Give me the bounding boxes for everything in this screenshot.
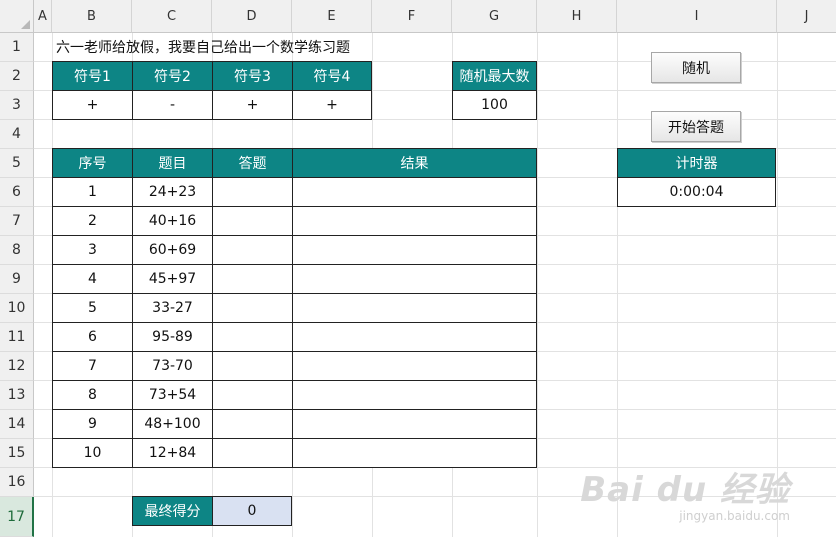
row-header-1[interactable]: 1: [0, 33, 34, 62]
quiz-header-no[interactable]: 序号: [52, 148, 133, 178]
quiz-result-cell[interactable]: [292, 380, 537, 410]
quiz-answer-cell[interactable]: [212, 438, 293, 468]
quiz-question-cell[interactable]: 48+100: [132, 409, 213, 439]
quiz-no-cell[interactable]: 2: [52, 206, 133, 236]
quiz-result-cell[interactable]: [292, 438, 537, 468]
row-header-9[interactable]: 9: [0, 265, 34, 294]
row-header-16[interactable]: 16: [0, 468, 34, 497]
quiz-result-cell[interactable]: [292, 264, 537, 294]
quiz-result-cell[interactable]: [292, 235, 537, 265]
quiz-no-cell[interactable]: 6: [52, 322, 133, 352]
row-header-10[interactable]: 10: [0, 294, 34, 323]
quiz-no-cell[interactable]: 4: [52, 264, 133, 294]
symbol-header-1[interactable]: 符号1: [52, 61, 133, 91]
row-header-12[interactable]: 12: [0, 352, 34, 381]
quiz-answer-cell[interactable]: [212, 322, 293, 352]
random-button[interactable]: 随机: [651, 52, 741, 83]
sheet-title: 六一老师给放假，我要自己给出一个数学练习题: [56, 39, 350, 56]
column-header-i[interactable]: I: [617, 0, 777, 33]
symbol-value-3[interactable]: +: [212, 90, 293, 120]
quiz-result-cell[interactable]: [292, 409, 537, 439]
watermark-url: jingyan.baidu.com: [679, 509, 790, 523]
quiz-no-cell[interactable]: 8: [52, 380, 133, 410]
column-header-a[interactable]: A: [34, 0, 52, 33]
column-header-d[interactable]: D: [212, 0, 292, 33]
quiz-header-answer[interactable]: 答题: [212, 148, 293, 178]
row-header-13[interactable]: 13: [0, 381, 34, 410]
start-quiz-button[interactable]: 开始答题: [651, 111, 741, 142]
quiz-result-cell[interactable]: [292, 322, 537, 352]
column-header-g[interactable]: G: [452, 0, 537, 33]
column-header-e[interactable]: E: [292, 0, 372, 33]
row-header-14[interactable]: 14: [0, 410, 34, 439]
quiz-answer-cell[interactable]: [212, 293, 293, 323]
symbol-value-4[interactable]: +: [292, 90, 372, 120]
row-header-11[interactable]: 11: [0, 323, 34, 352]
quiz-answer-cell[interactable]: [212, 264, 293, 294]
row-header-3[interactable]: 3: [0, 91, 34, 120]
quiz-no-cell[interactable]: 1: [52, 177, 133, 207]
quiz-no-cell[interactable]: 7: [52, 351, 133, 381]
quiz-question-cell[interactable]: 73-70: [132, 351, 213, 381]
quiz-header-question[interactable]: 题目: [132, 148, 213, 178]
quiz-question-cell[interactable]: 73+54: [132, 380, 213, 410]
column-header-b[interactable]: B: [52, 0, 132, 33]
row-header-8[interactable]: 8: [0, 236, 34, 265]
row-header-7[interactable]: 7: [0, 207, 34, 236]
quiz-no-cell[interactable]: 9: [52, 409, 133, 439]
quiz-question-cell[interactable]: 60+69: [132, 235, 213, 265]
quiz-question-cell[interactable]: 95-89: [132, 322, 213, 352]
quiz-answer-cell[interactable]: [212, 351, 293, 381]
quiz-no-cell[interactable]: 5: [52, 293, 133, 323]
gridline: [537, 33, 538, 537]
quiz-header-result[interactable]: 结果: [292, 148, 537, 178]
symbol-value-2[interactable]: -: [132, 90, 213, 120]
symbol-value-1[interactable]: +: [52, 90, 133, 120]
spreadsheet: A B C D E F G H I J 1 2 3 4 5 6 7 8 9 10…: [0, 0, 836, 537]
quiz-answer-cell[interactable]: [212, 235, 293, 265]
quiz-result-cell[interactable]: [292, 206, 537, 236]
row-header-15[interactable]: 15: [0, 439, 34, 468]
watermark-logo-text: Bai du 经验: [580, 470, 790, 510]
baidu-jingyan-watermark: Bai du 经验 jingyan.baidu.com: [580, 462, 790, 523]
column-header-h[interactable]: H: [537, 0, 617, 33]
final-score-value[interactable]: 0: [212, 496, 292, 526]
random-max-header[interactable]: 随机最大数: [452, 61, 537, 91]
row-header-2[interactable]: 2: [0, 62, 34, 91]
quiz-answer-cell[interactable]: [212, 380, 293, 410]
quiz-no-cell[interactable]: 3: [52, 235, 133, 265]
quiz-no-cell[interactable]: 10: [52, 438, 133, 468]
row-header-4[interactable]: 4: [0, 120, 34, 149]
random-max-value[interactable]: 100: [452, 90, 537, 120]
quiz-answer-cell[interactable]: [212, 409, 293, 439]
select-all-corner[interactable]: [0, 0, 34, 33]
quiz-result-cell[interactable]: [292, 177, 537, 207]
column-header-j[interactable]: J: [777, 0, 836, 33]
quiz-question-cell[interactable]: 33-27: [132, 293, 213, 323]
timer-value[interactable]: 0:00:04: [617, 177, 776, 207]
symbol-header-4[interactable]: 符号4: [292, 61, 372, 91]
final-score-label[interactable]: 最终得分: [132, 496, 213, 526]
column-header-f[interactable]: F: [372, 0, 452, 33]
quiz-result-cell[interactable]: [292, 351, 537, 381]
row-header-17[interactable]: 17: [0, 497, 34, 537]
quiz-answer-cell[interactable]: [212, 206, 293, 236]
symbol-header-3[interactable]: 符号3: [212, 61, 293, 91]
gridline: [777, 33, 778, 537]
quiz-question-cell[interactable]: 45+97: [132, 264, 213, 294]
quiz-question-cell[interactable]: 12+84: [132, 438, 213, 468]
column-header-c[interactable]: C: [132, 0, 212, 33]
gridline: [617, 33, 618, 537]
quiz-question-cell[interactable]: 40+16: [132, 206, 213, 236]
row-header-6[interactable]: 6: [0, 178, 34, 207]
quiz-question-cell[interactable]: 24+23: [132, 177, 213, 207]
quiz-answer-cell[interactable]: [212, 177, 293, 207]
symbol-header-2[interactable]: 符号2: [132, 61, 213, 91]
timer-header[interactable]: 计时器: [617, 148, 776, 178]
row-header-5[interactable]: 5: [0, 149, 34, 178]
quiz-result-cell[interactable]: [292, 293, 537, 323]
